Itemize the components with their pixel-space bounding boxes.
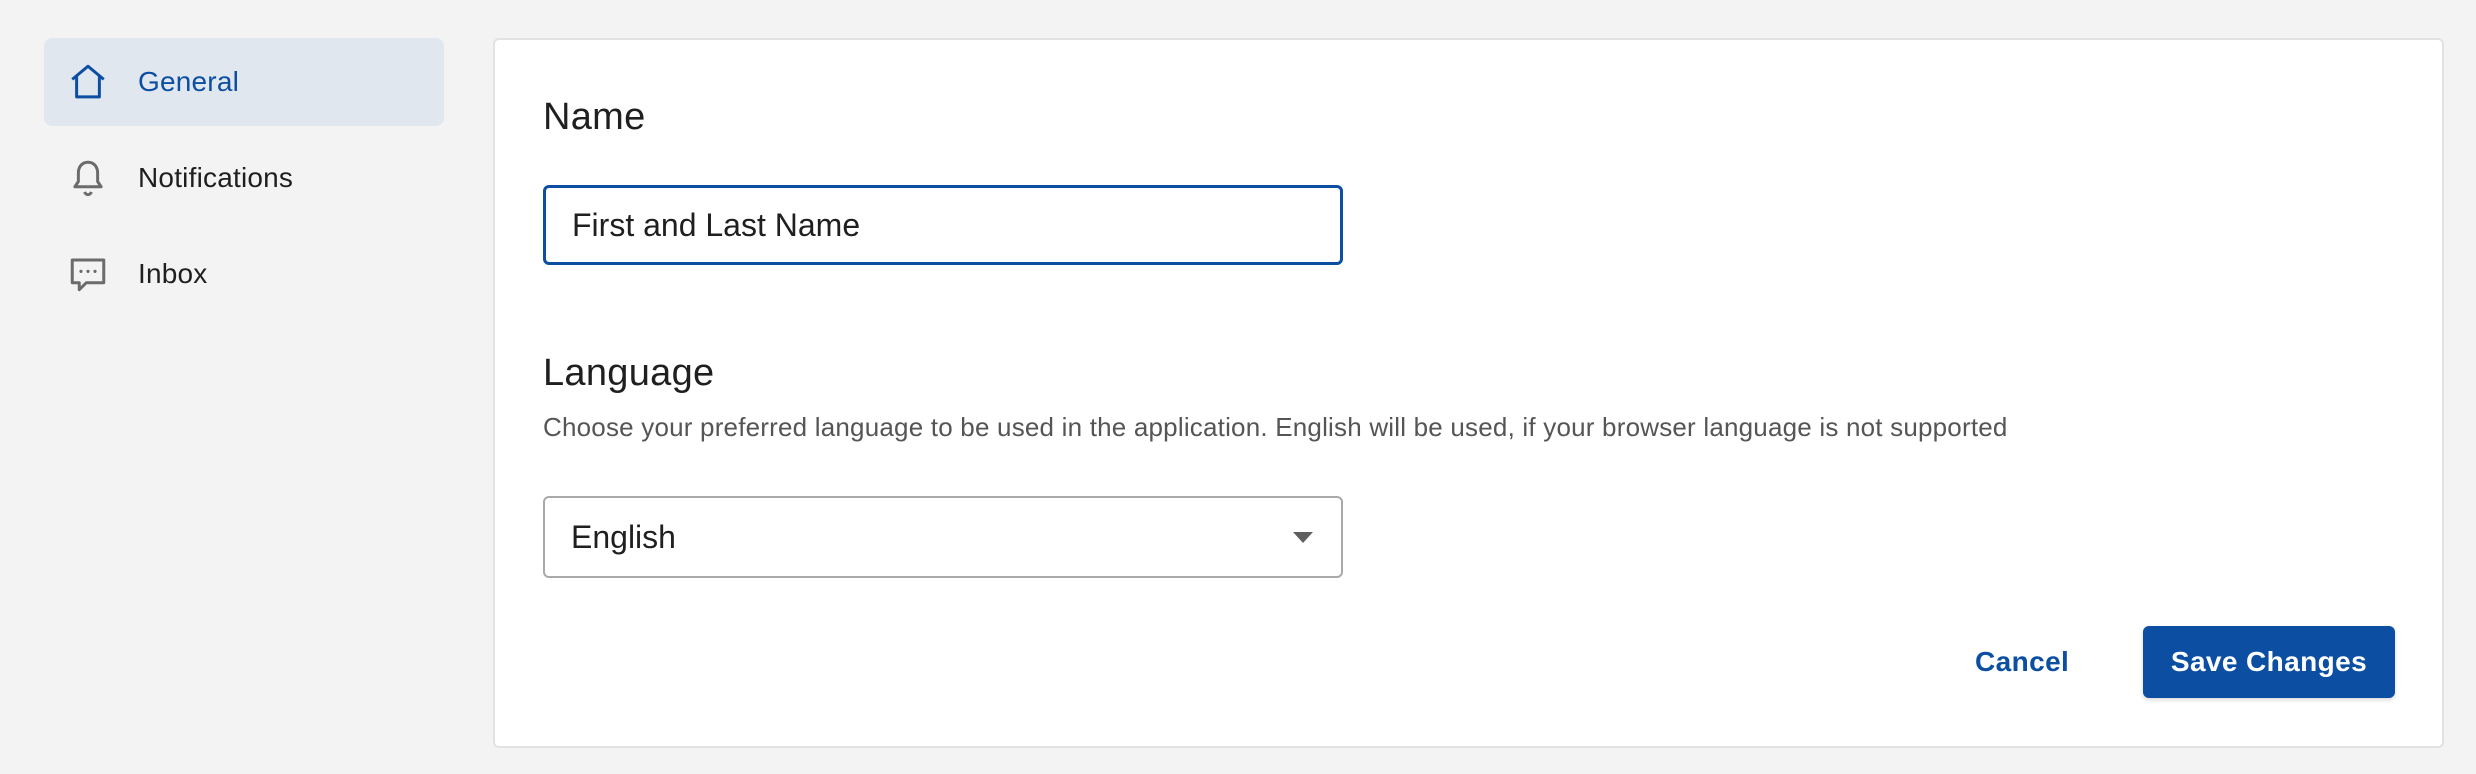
sidebar-item-label: General [138,66,240,97]
sidebar-item-label: Notifications [138,162,294,193]
chat-icon [66,252,110,296]
language-description: Choose your preferred language to be use… [543,412,2008,442]
bell-icon [66,156,110,200]
sidebar-item-general[interactable]: General [44,38,444,126]
sidebar-item-inbox[interactable]: Inbox [44,230,444,318]
name-title: Name [543,96,646,138]
settings-panel: Name Language Choose your preferred lang… [493,38,2444,748]
home-icon [66,60,110,104]
language-select-value: English [571,518,676,555]
name-input[interactable] [543,185,1343,265]
sidebar: General Notifications Inbox [44,38,444,326]
sidebar-item-label: Inbox [138,258,208,289]
sidebar-item-notifications[interactable]: Notifications [44,134,444,222]
caret-down-icon [1293,531,1313,543]
language-title: Language [543,352,715,394]
language-select[interactable]: English [543,496,1343,578]
cancel-button[interactable]: Cancel [1955,626,2089,698]
save-changes-button[interactable]: Save Changes [2143,626,2395,698]
